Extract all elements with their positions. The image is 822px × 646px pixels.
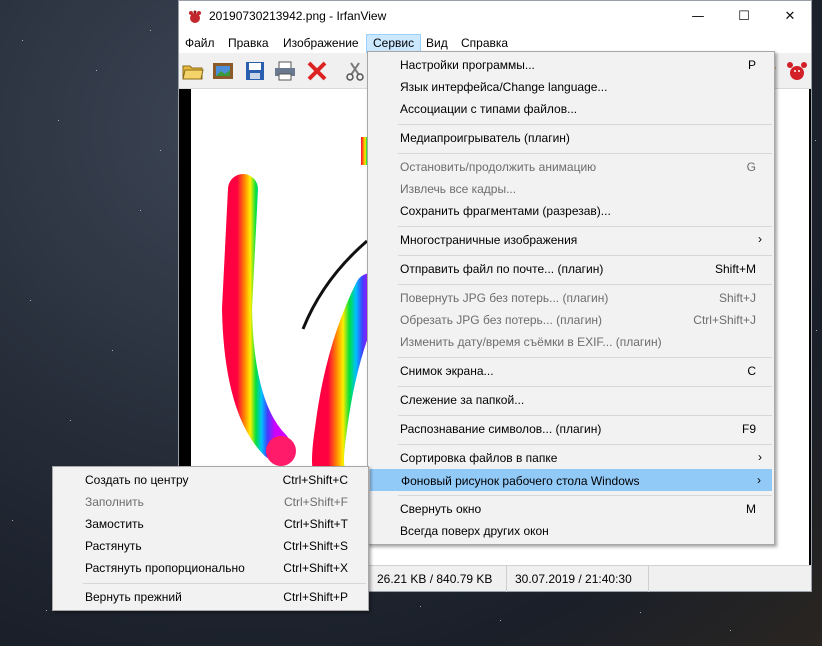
menu-separator xyxy=(398,357,772,358)
menu-separator xyxy=(398,124,772,125)
menu-image[interactable]: Изображение xyxy=(277,34,365,53)
wallpaper-submenu: Создать по центру Ctrl+Shift+C Заполнить C… xyxy=(52,466,369,611)
menu-item-media-player[interactable]: Медиапроигрыватель (плагин) xyxy=(370,127,772,149)
menu-item-file-associations[interactable]: Ассоциации с типами файлов... xyxy=(370,98,772,120)
menu-item-save-fragments[interactable]: Сохранить фрагментами (разрезав)... xyxy=(370,200,772,222)
status-datetime: 30.07.2019 / 21:40:30 xyxy=(509,566,649,592)
open-folder-icon[interactable] xyxy=(181,59,205,83)
menu-item-minimize-window[interactable]: Свернуть окно M xyxy=(370,498,772,520)
menu-item-desktop-wallpaper[interactable]: Фоновый рисунок рабочего стола Windows › xyxy=(370,469,772,491)
status-file-size: 26.21 KB / 840.79 KB xyxy=(371,566,507,592)
menu-bar: Файл Правка Изображение Сервис Вид Справ… xyxy=(179,32,811,53)
submenu-item-fill[interactable]: Заполнить Ctrl+Shift+F xyxy=(55,491,366,513)
menu-separator xyxy=(398,284,772,285)
menu-separator xyxy=(398,444,772,445)
menu-separator xyxy=(398,153,772,154)
menu-separator xyxy=(398,495,772,496)
menu-item-extract-frames[interactable]: Извлечь все кадры... xyxy=(370,178,772,200)
submenu-item-stretch[interactable]: Растянуть Ctrl+Shift+S xyxy=(55,535,366,557)
menu-item-rotate-jpg[interactable]: Повернуть JPG без потерь... (плагин) Shif… xyxy=(370,287,772,309)
submenu-item-tile[interactable]: Замостить Ctrl+Shift+T xyxy=(55,513,366,535)
menu-separator xyxy=(398,415,772,416)
menu-item-stop-animation[interactable]: Остановить/продолжить анимацию G xyxy=(370,156,772,178)
menu-separator xyxy=(398,386,772,387)
menu-separator xyxy=(398,255,772,256)
menu-item-multipage[interactable]: Многостраничные изображения › xyxy=(370,229,772,251)
print-icon[interactable] xyxy=(273,59,297,83)
menu-item-always-on-top[interactable]: Всегда поверх других окон xyxy=(370,520,772,542)
submenu-item-center[interactable]: Создать по центру Ctrl+Shift+C xyxy=(55,469,366,491)
menu-separator xyxy=(398,226,772,227)
menu-file[interactable]: Файл xyxy=(179,34,221,53)
irfanview-logo-icon[interactable] xyxy=(785,59,809,83)
menu-item-send-mail[interactable]: Отправить файл по почте... (плагин) Shift… xyxy=(370,258,772,280)
menu-item-screenshot[interactable]: Снимок экрана... C xyxy=(370,360,772,382)
menu-item-language[interactable]: Язык интерфейса/Change language... xyxy=(370,76,772,98)
chevron-right-icon: › xyxy=(758,450,762,464)
menu-item-settings[interactable]: Настройки программы... P xyxy=(370,54,772,76)
menu-separator xyxy=(83,583,366,584)
slideshow-icon[interactable] xyxy=(211,59,235,83)
chevron-right-icon: › xyxy=(758,232,762,246)
submenu-item-restore[interactable]: Вернуть прежний Ctrl+Shift+P xyxy=(55,586,366,608)
chevron-right-icon: › xyxy=(757,473,761,487)
delete-icon[interactable] xyxy=(305,59,329,83)
menu-item-ocr[interactable]: Распознавание символов... (плагин) F9 xyxy=(370,418,772,440)
submenu-item-stretch-proportional[interactable]: Растянуть пропорционально Ctrl+Shift+X xyxy=(55,557,366,579)
menu-item-crop-jpg[interactable]: Обрезать JPG без потерь... (плагин) Ctrl+… xyxy=(370,309,772,331)
window-title: 20190730213942.png - IrfanView xyxy=(209,9,387,23)
title-bar[interactable]: 20190730213942.png - IrfanView — ☐ ✕ xyxy=(179,1,811,32)
cut-icon[interactable] xyxy=(343,59,367,83)
maximize-button[interactable]: ☐ xyxy=(721,1,767,32)
service-menu: Настройки программы... P Язык интерфейса/… xyxy=(367,51,775,545)
menu-item-exif-date[interactable]: Изменить дату/время съёмки в EXIF... (пл… xyxy=(370,331,772,353)
menu-item-sort-files[interactable]: Сортировка файлов в папке › xyxy=(370,447,772,469)
irfanview-app-icon xyxy=(189,10,201,23)
menu-edit[interactable]: Правка xyxy=(222,34,275,53)
minimize-button[interactable]: — xyxy=(675,1,721,32)
menu-item-watch-folder[interactable]: Слежение за папкой... xyxy=(370,389,772,411)
save-icon[interactable] xyxy=(243,59,267,83)
close-button[interactable]: ✕ xyxy=(767,1,813,32)
